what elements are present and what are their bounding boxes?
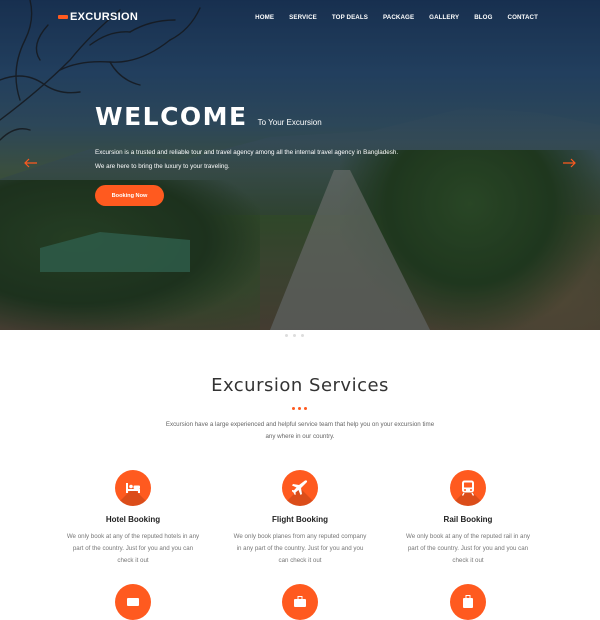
nav-item-contact[interactable]: CONTACT	[508, 14, 539, 21]
nav-item-package[interactable]: PACKAGE	[383, 14, 414, 21]
arrow-left-icon[interactable]	[24, 158, 38, 168]
service-card-flight[interactable]: Flight Booking We only book planes from …	[225, 470, 375, 567]
plane-icon	[282, 470, 318, 506]
hero-description: Excursion is a trusted and reliable tour…	[95, 146, 455, 174]
service-card-rail[interactable]: Rail Booking We only book at any of the …	[393, 470, 543, 567]
arrow-right-icon[interactable]	[562, 158, 576, 168]
train-icon	[450, 470, 486, 506]
service-description: We only book at any of the reputed hotel…	[66, 533, 200, 564]
hero-description-line2: We are here to bring the luxury to your …	[95, 163, 230, 170]
bag-icon[interactable]	[282, 584, 318, 620]
nav-item-top-deals[interactable]: TOP DEALS	[332, 14, 368, 21]
hero-heading: WELCOME To Your Excursion	[95, 104, 322, 129]
service-description: We only book planes from any reputed com…	[233, 533, 367, 564]
nav-item-home[interactable]: HOME	[255, 14, 274, 21]
logo-text: EXCURSION	[70, 11, 139, 23]
service-title: Hotel Booking	[105, 515, 161, 524]
service-description: We only book at any of the reputed rail …	[405, 533, 531, 564]
services-intro-line1: Excursion have a large experienced and h…	[165, 421, 435, 428]
hero-description-line1: Excursion is a trusted and reliable tour…	[95, 149, 399, 156]
services-intro-line2: any where in our country.	[265, 433, 335, 440]
services-intro: Excursion have a large experienced and h…	[150, 419, 450, 443]
luggage-icon[interactable]	[450, 584, 486, 620]
top-nav: EXCURSION HOME SERVICE TOP DEALS PACKAGE…	[0, 0, 600, 34]
nav-item-service[interactable]: SERVICE	[289, 14, 317, 21]
logo[interactable]: EXCURSION	[58, 11, 138, 23]
nav-item-blog[interactable]: BLOG	[474, 14, 492, 21]
hero-subtitle: To Your Excursion	[257, 118, 322, 127]
nav-menu: HOME SERVICE TOP DEALS PACKAGE GALLERY B…	[240, 14, 538, 21]
hero-banner: EXCURSION HOME SERVICE TOP DEALS PACKAGE…	[0, 0, 600, 330]
service-card-hotel[interactable]: Hotel Booking We only book at any of the…	[58, 470, 208, 567]
hero-title: WELCOME	[95, 102, 248, 131]
booking-now-button[interactable]: Booking Now	[95, 185, 164, 206]
nav-item-gallery[interactable]: GALLERY	[429, 14, 459, 21]
services-section: Excursion Services Excursion have a larg…	[0, 330, 600, 620]
title-divider-dots	[292, 407, 307, 410]
service-title: Rail Booking	[443, 515, 493, 524]
service-title: Flight Booking	[272, 515, 328, 524]
bed-icon	[115, 470, 151, 506]
logo-mark-icon	[58, 15, 68, 19]
ticket-icon[interactable]	[115, 584, 151, 620]
services-title: Excursion Services	[211, 375, 389, 396]
